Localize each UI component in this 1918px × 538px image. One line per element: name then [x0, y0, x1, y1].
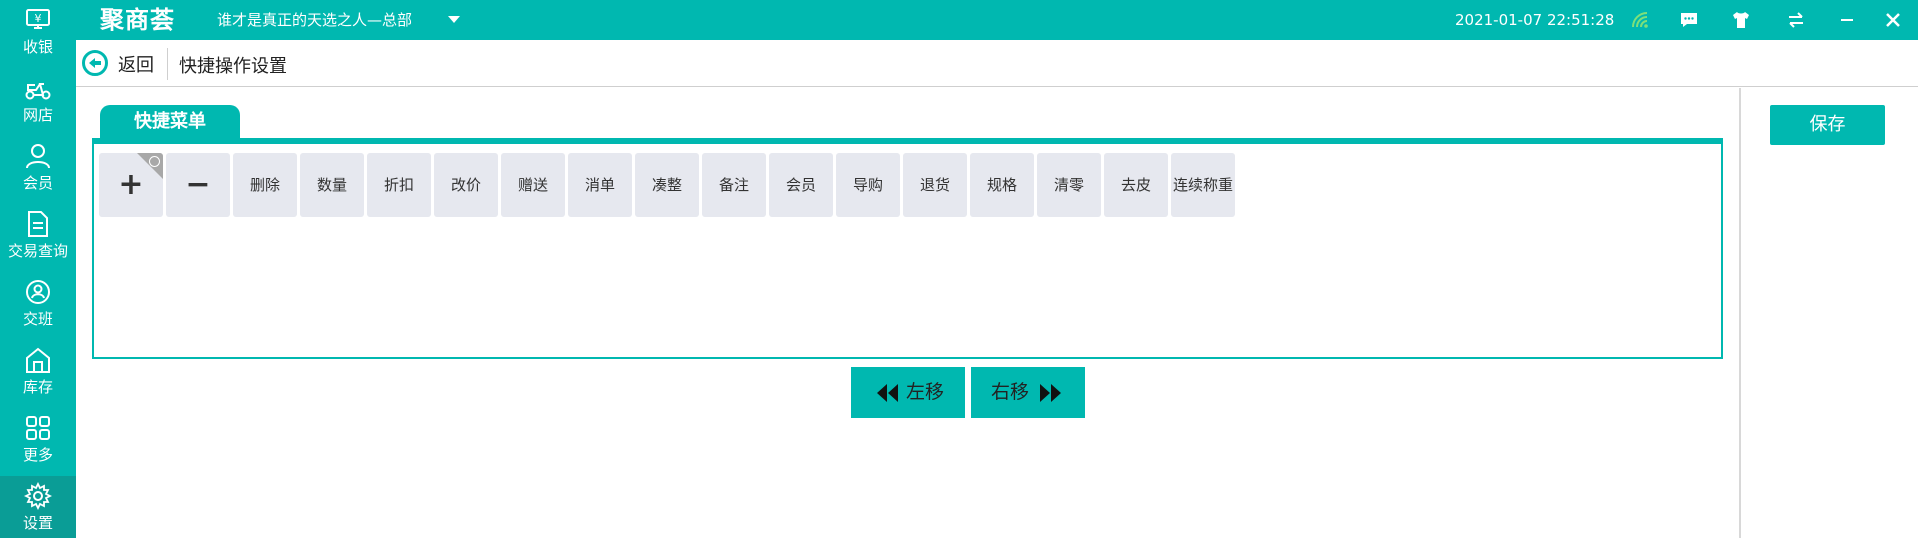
back-button[interactable]: 返回: [80, 46, 166, 80]
quick-button-label: 连续称重: [1172, 176, 1233, 194]
sidebar-item-label: 会员: [22, 174, 53, 192]
sidebar-item-label: 交易查询: [7, 242, 68, 260]
shirt-icon[interactable]: [1729, 8, 1753, 32]
member-icon: [26, 144, 50, 169]
page-header: 返回 快捷操作设置: [76, 40, 1918, 87]
quick-button-label: 数量: [316, 176, 347, 194]
quick-button-change-price[interactable]: 改价: [434, 153, 498, 217]
cashier-icon: ¥: [26, 9, 50, 29]
quick-button-return[interactable]: 退货: [903, 153, 967, 217]
quick-button-label: 凑整: [651, 176, 682, 194]
quick-button-label: 导购: [852, 176, 883, 194]
quick-button-add[interactable]: +: [99, 153, 163, 217]
quick-button-label: 改价: [450, 176, 481, 194]
warehouse-icon: [26, 347, 50, 373]
scooter-icon: [25, 83, 51, 100]
tab-quick-menu[interactable]: 快捷菜单: [100, 105, 240, 139]
sidebar: ¥ 收银 网店 会员 交易查询 交班 库存 更多 设置: [0, 0, 76, 538]
grid-icon: [26, 416, 50, 440]
wifi-icon: [1628, 8, 1652, 32]
quick-button-label: 清零: [1053, 176, 1084, 194]
top-bar: 聚商荟 谁才是真正的天选之人—总部 2021-01-07 22:51:28: [0, 0, 1918, 40]
sidebar-item-cashier[interactable]: ¥ 收银: [0, 0, 76, 66]
move-left-button[interactable]: 左移: [851, 367, 965, 418]
sidebar-item-label: 设置: [22, 514, 53, 532]
quick-button-label: 会员: [785, 176, 816, 194]
sidebar-item-online-store[interactable]: 网店: [0, 68, 76, 134]
minimize-icon[interactable]: [1835, 8, 1859, 32]
sidebar-item-transactions[interactable]: 交易查询: [0, 204, 76, 270]
quick-button-member[interactable]: 会员: [769, 153, 833, 217]
move-left-label: 左移: [906, 381, 945, 403]
document-icon: [28, 211, 48, 237]
double-right-arrow-icon: [1040, 384, 1061, 402]
sidebar-item-label: 网店: [22, 106, 53, 124]
quick-button-spec[interactable]: 规格: [970, 153, 1034, 217]
sidebar-item-label: 收银: [22, 38, 53, 56]
gear-icon: [24, 482, 52, 510]
svg-text:¥: ¥: [35, 12, 42, 25]
handover-icon: [26, 280, 50, 304]
quick-button-gift[interactable]: 赠送: [501, 153, 565, 217]
quick-button-label: 折扣: [383, 176, 414, 194]
quick-button-label: 删除: [249, 176, 280, 194]
quick-button-label: 规格: [986, 176, 1017, 194]
page-title: 快捷操作设置: [179, 56, 287, 77]
move-right-button[interactable]: 右移: [971, 367, 1085, 418]
quick-button-guide[interactable]: 导购: [836, 153, 900, 217]
quick-button-label: −: [185, 167, 211, 202]
quick-button-round-off[interactable]: 凑整: [635, 153, 699, 217]
quick-button-subtract[interactable]: −: [166, 153, 230, 217]
sidebar-item-more[interactable]: 更多: [0, 408, 76, 474]
quick-button-quantity[interactable]: 数量: [300, 153, 364, 217]
header-divider: [167, 48, 168, 80]
sidebar-item-label: 库存: [22, 378, 53, 396]
quick-button-tare[interactable]: 去皮: [1104, 153, 1168, 217]
sidebar-item-label: 交班: [22, 310, 53, 328]
store-dropdown-icon[interactable]: [448, 16, 460, 23]
close-icon[interactable]: [1881, 8, 1905, 32]
double-left-arrow-icon: [877, 384, 898, 402]
switch-icon[interactable]: [1784, 8, 1808, 32]
right-panel-divider: [1739, 88, 1741, 538]
quick-button-label: 消单: [584, 176, 615, 194]
quick-button-label: 去皮: [1120, 176, 1151, 194]
quick-button-discount[interactable]: 折扣: [367, 153, 431, 217]
move-right-label: 右移: [991, 381, 1030, 403]
app-logo: 聚商荟: [100, 6, 175, 34]
quick-button-label: 赠送: [517, 176, 548, 194]
quick-button-continuous-weigh[interactable]: 连续称重: [1171, 153, 1235, 217]
sidebar-item-handover[interactable]: 交班: [0, 272, 76, 338]
quick-button-label: 备注: [718, 176, 749, 194]
sidebar-item-member[interactable]: 会员: [0, 136, 76, 202]
sidebar-item-label: 更多: [22, 446, 53, 464]
store-name[interactable]: 谁才是真正的天选之人—总部: [217, 0, 412, 40]
quick-button-label: 退货: [919, 176, 950, 194]
back-arrow-icon: [82, 50, 108, 76]
quick-button-note[interactable]: 备注: [702, 153, 766, 217]
check-circle-icon: [149, 156, 160, 167]
save-button[interactable]: 保存: [1770, 105, 1885, 145]
sidebar-item-inventory[interactable]: 库存: [0, 340, 76, 406]
message-icon[interactable]: [1677, 8, 1701, 32]
sidebar-item-settings[interactable]: 设置: [0, 476, 76, 538]
quick-button-clear[interactable]: 清零: [1037, 153, 1101, 217]
quick-button-cancel-order[interactable]: 消单: [568, 153, 632, 217]
current-datetime: 2021-01-07 22:51:28: [1455, 11, 1615, 29]
back-label: 返回: [118, 55, 154, 76]
quick-button-delete[interactable]: 删除: [233, 153, 297, 217]
